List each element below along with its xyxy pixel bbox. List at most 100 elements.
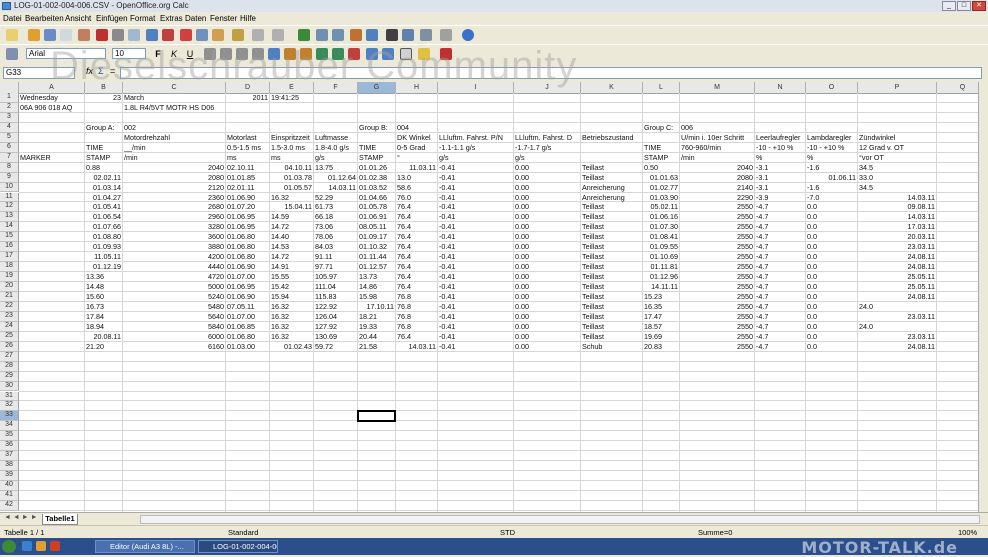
- cell-C19[interactable]: 4720: [124, 272, 224, 281]
- cell-N8[interactable]: -3.1: [756, 163, 804, 172]
- cell-H22[interactable]: 76.8: [397, 302, 436, 311]
- cell-E23[interactable]: 16.32: [271, 312, 312, 321]
- cell-C25[interactable]: 6000: [124, 332, 224, 341]
- cell-K18[interactable]: Teillast: [582, 262, 641, 271]
- cell-L20[interactable]: 14.11.11: [644, 282, 678, 291]
- cell-B20[interactable]: 14.48: [86, 282, 121, 291]
- cell-B16[interactable]: 01.09.93: [86, 242, 121, 251]
- cell-F21[interactable]: 115.83: [315, 292, 356, 301]
- cell-P25[interactable]: 23.03.11: [859, 332, 935, 341]
- cell-G15[interactable]: 01.09.17: [359, 232, 394, 241]
- status-mode[interactable]: STD: [500, 528, 515, 537]
- cell-N26[interactable]: -4.7: [756, 342, 804, 351]
- cell-F17[interactable]: 91.11: [315, 252, 356, 261]
- cell-M20[interactable]: 2550: [681, 282, 753, 291]
- cell-M16[interactable]: 2550: [681, 242, 753, 251]
- cell-I15[interactable]: -0.41: [439, 232, 512, 241]
- cell-P8[interactable]: 34.5: [859, 163, 935, 172]
- cell-J6[interactable]: -1.7-1.7 g/s: [515, 143, 579, 152]
- column-header-E[interactable]: E: [270, 82, 314, 93]
- cell-F15[interactable]: 78.06: [315, 232, 356, 241]
- cell-N12[interactable]: -4.7: [756, 202, 804, 211]
- format-paintbrush-icon[interactable]: [232, 29, 244, 41]
- cell-H9[interactable]: 13.0: [397, 173, 436, 182]
- cell-K25[interactable]: Teillast: [582, 332, 641, 341]
- borders-icon[interactable]: [400, 48, 412, 60]
- column-header-P[interactable]: P: [858, 82, 937, 93]
- delete-decimal-icon[interactable]: [348, 48, 360, 60]
- cell-J12[interactable]: 0.00: [515, 202, 579, 211]
- cell-F25[interactable]: 130.69: [315, 332, 356, 341]
- cell-P7[interactable]: °vor OT: [859, 153, 935, 162]
- cell-N17[interactable]: -4.7: [756, 252, 804, 261]
- cell-H19[interactable]: 76.4: [397, 272, 436, 281]
- export-pdf-icon[interactable]: [96, 29, 108, 41]
- align-center-icon[interactable]: [220, 48, 232, 60]
- cell-N16[interactable]: -4.7: [756, 242, 804, 251]
- currency-format-icon[interactable]: [284, 48, 296, 60]
- cell-O14[interactable]: 0.0: [807, 222, 856, 231]
- cell-C14[interactable]: 3280: [124, 222, 224, 231]
- cell-C13[interactable]: 2960: [124, 212, 224, 221]
- decrease-indent-icon[interactable]: [366, 48, 378, 60]
- minimize-button[interactable]: _: [942, 1, 956, 11]
- cell-C6[interactable]: __/min: [124, 143, 224, 152]
- save-icon[interactable]: [44, 29, 56, 41]
- mail-icon[interactable]: [60, 29, 72, 41]
- cell-C22[interactable]: 5480: [124, 302, 224, 311]
- cell-P6[interactable]: 12 Grad v. OT: [859, 143, 935, 152]
- cell-G18[interactable]: 01.12.57: [359, 262, 394, 271]
- cell-B12[interactable]: 01.05.41: [86, 202, 121, 211]
- cell-O8[interactable]: -1.6: [807, 163, 856, 172]
- cell-C12[interactable]: 2680: [124, 202, 224, 211]
- cell-B26[interactable]: 21.20: [86, 342, 121, 351]
- navigator-icon[interactable]: [402, 29, 414, 41]
- cell-J25[interactable]: 0.00: [515, 332, 579, 341]
- cell-E21[interactable]: 15.94: [271, 292, 312, 301]
- cell-G20[interactable]: 14.86: [359, 282, 394, 291]
- cell-M18[interactable]: 2550: [681, 262, 753, 271]
- cell-N7[interactable]: %: [756, 153, 804, 162]
- cell-L24[interactable]: 18.57: [644, 322, 678, 331]
- cell-O23[interactable]: 0.0: [807, 312, 856, 321]
- cell-F7[interactable]: g/s: [315, 153, 356, 162]
- cell-I11[interactable]: -0.41: [439, 193, 512, 202]
- cell-P15[interactable]: 20.03.11: [859, 232, 935, 241]
- cell-J23[interactable]: 0.00: [515, 312, 579, 321]
- cell-B11[interactable]: 01.04.27: [86, 193, 121, 202]
- cell-K12[interactable]: Teillast: [582, 202, 641, 211]
- cell-M14[interactable]: 2550: [681, 222, 753, 231]
- cell-J20[interactable]: 0.00: [515, 282, 579, 291]
- cell-P5[interactable]: Zündwinkel: [859, 133, 935, 142]
- cell-H20[interactable]: 76.4: [397, 282, 436, 291]
- menu-daten[interactable]: Daten: [185, 14, 206, 23]
- cell-J9[interactable]: 0.00: [515, 173, 579, 182]
- cell-D26[interactable]: 01.03.00: [227, 342, 268, 351]
- task-editor[interactable]: Editor (Audi A3 8L) -...: [95, 540, 195, 553]
- cell-P21[interactable]: 24.08.11: [859, 292, 935, 301]
- menu-fenster[interactable]: Fenster: [210, 14, 237, 23]
- cell-H24[interactable]: 76.8: [397, 322, 436, 331]
- cell-F10[interactable]: 14.03.11: [315, 183, 356, 192]
- cell-N20[interactable]: -4.7: [756, 282, 804, 291]
- cell-M4[interactable]: 006: [681, 123, 753, 132]
- cell-G4[interactable]: Group B:: [359, 123, 394, 132]
- cell-F6[interactable]: 1.8-4.0 g/s: [315, 143, 356, 152]
- cell-I18[interactable]: -0.41: [439, 262, 512, 271]
- cell-D25[interactable]: 01.06.80: [227, 332, 268, 341]
- cell-G25[interactable]: 20.44: [359, 332, 394, 341]
- cell-F20[interactable]: 111.04: [315, 282, 356, 291]
- cell-N19[interactable]: -4.7: [756, 272, 804, 281]
- cell-C7[interactable]: /min: [124, 153, 224, 162]
- cell-P16[interactable]: 23.03.11: [859, 242, 935, 251]
- cell-O26[interactable]: 0.0: [807, 342, 856, 351]
- cell-D10[interactable]: 02.01.11: [227, 183, 268, 192]
- column-header-D[interactable]: D: [226, 82, 270, 93]
- column-header-C[interactable]: C: [123, 82, 226, 93]
- cell-D23[interactable]: 01.07.00: [227, 312, 268, 321]
- cell-H14[interactable]: 76.4: [397, 222, 436, 231]
- cell-I5[interactable]: LLluftm. Fahrst. P/N: [439, 133, 512, 142]
- quicklaunch-browser-icon[interactable]: [22, 541, 32, 551]
- paste-icon[interactable]: [212, 29, 224, 41]
- cell-D21[interactable]: 01.06.90: [227, 292, 268, 301]
